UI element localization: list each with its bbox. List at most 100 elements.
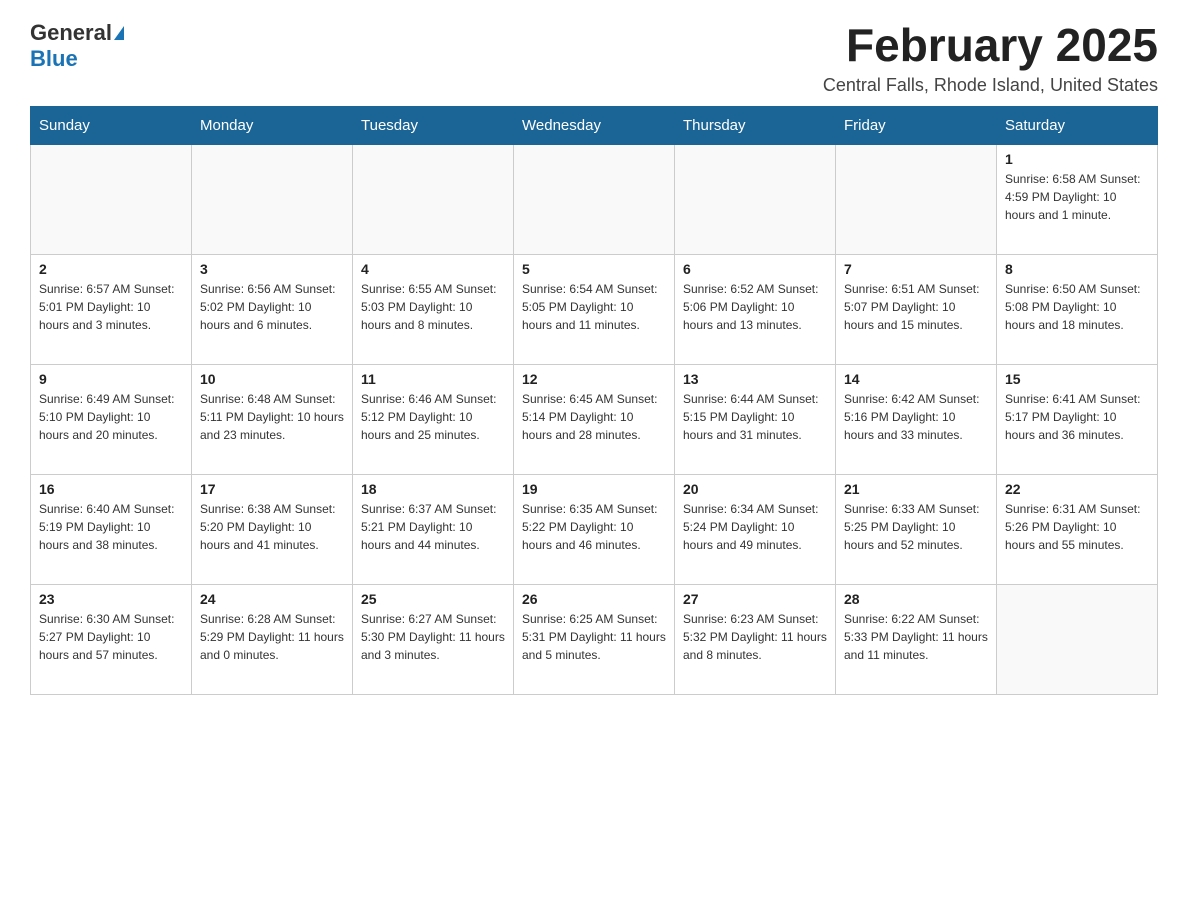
- day-number: 17: [200, 481, 344, 497]
- day-number: 7: [844, 261, 988, 277]
- calendar-cell: 24 Sunrise: 6:28 AM Sunset: 5:29 PM Dayli…: [192, 584, 353, 694]
- calendar-cell: 3 Sunrise: 6:56 AM Sunset: 5:02 PM Daylig…: [192, 254, 353, 364]
- logo: General Blue: [30, 20, 124, 72]
- calendar-cell: 10 Sunrise: 6:48 AM Sunset: 5:11 PM Dayli…: [192, 364, 353, 474]
- calendar-cell: [192, 144, 353, 254]
- day-info: Sunrise: 6:38 AM Sunset: 5:20 PM Dayligh…: [200, 500, 344, 554]
- calendar-cell: 9 Sunrise: 6:49 AM Sunset: 5:10 PM Daylig…: [31, 364, 192, 474]
- day-info: Sunrise: 6:34 AM Sunset: 5:24 PM Dayligh…: [683, 500, 827, 554]
- day-number: 20: [683, 481, 827, 497]
- page-title: February 2025: [823, 20, 1158, 71]
- calendar-cell: 27 Sunrise: 6:23 AM Sunset: 5:32 PM Dayli…: [675, 584, 836, 694]
- calendar-header-row: SundayMondayTuesdayWednesdayThursdayFrid…: [31, 106, 1158, 144]
- day-info: Sunrise: 6:33 AM Sunset: 5:25 PM Dayligh…: [844, 500, 988, 554]
- day-number: 12: [522, 371, 666, 387]
- calendar-cell: 19Sunrise: 6:35 AM Sunset: 5:22 PM Dayli…: [514, 474, 675, 584]
- calendar-cell: 21 Sunrise: 6:33 AM Sunset: 5:25 PM Dayli…: [836, 474, 997, 584]
- calendar-cell: 17 Sunrise: 6:38 AM Sunset: 5:20 PM Dayli…: [192, 474, 353, 584]
- day-info: Sunrise: 6:30 AM Sunset: 5:27 PM Dayligh…: [39, 610, 183, 664]
- calendar-cell: 4 Sunrise: 6:55 AM Sunset: 5:03 PM Daylig…: [353, 254, 514, 364]
- day-number: 4: [361, 261, 505, 277]
- day-info: Sunrise: 6:56 AM Sunset: 5:02 PM Dayligh…: [200, 280, 344, 334]
- day-number: 28: [844, 591, 988, 607]
- day-info: Sunrise: 6:45 AM Sunset: 5:14 PM Dayligh…: [522, 390, 666, 444]
- calendar-cell: 18 Sunrise: 6:37 AM Sunset: 5:21 PM Dayli…: [353, 474, 514, 584]
- day-number: 24: [200, 591, 344, 607]
- day-info: Sunrise: 6:55 AM Sunset: 5:03 PM Dayligh…: [361, 280, 505, 334]
- day-info: Sunrise: 6:42 AM Sunset: 5:16 PM Dayligh…: [844, 390, 988, 444]
- day-info: Sunrise: 6:58 AM Sunset: 4:59 PM Dayligh…: [1005, 170, 1149, 224]
- day-number: 22: [1005, 481, 1149, 497]
- calendar-cell: 25Sunrise: 6:27 AM Sunset: 5:30 PM Dayli…: [353, 584, 514, 694]
- calendar-cell: 28 Sunrise: 6:22 AM Sunset: 5:33 PM Dayli…: [836, 584, 997, 694]
- day-info: Sunrise: 6:54 AM Sunset: 5:05 PM Dayligh…: [522, 280, 666, 334]
- calendar-cell: 5 Sunrise: 6:54 AM Sunset: 5:05 PM Daylig…: [514, 254, 675, 364]
- calendar-week-row: 16 Sunrise: 6:40 AM Sunset: 5:19 PM Dayli…: [31, 474, 1158, 584]
- calendar-cell: 23 Sunrise: 6:30 AM Sunset: 5:27 PM Dayli…: [31, 584, 192, 694]
- calendar-week-row: 23 Sunrise: 6:30 AM Sunset: 5:27 PM Dayli…: [31, 584, 1158, 694]
- day-info: Sunrise: 6:22 AM Sunset: 5:33 PM Dayligh…: [844, 610, 988, 664]
- calendar-cell: 11 Sunrise: 6:46 AM Sunset: 5:12 PM Dayli…: [353, 364, 514, 474]
- calendar-cell: 2 Sunrise: 6:57 AM Sunset: 5:01 PM Daylig…: [31, 254, 192, 364]
- calendar-cell: 16 Sunrise: 6:40 AM Sunset: 5:19 PM Dayli…: [31, 474, 192, 584]
- day-number: 6: [683, 261, 827, 277]
- calendar-cell: 7 Sunrise: 6:51 AM Sunset: 5:07 PM Daylig…: [836, 254, 997, 364]
- calendar-day-header: Monday: [192, 106, 353, 144]
- day-info: Sunrise: 6:37 AM Sunset: 5:21 PM Dayligh…: [361, 500, 505, 554]
- day-info: Sunrise: 6:50 AM Sunset: 5:08 PM Dayligh…: [1005, 280, 1149, 334]
- title-block: February 2025 Central Falls, Rhode Islan…: [823, 20, 1158, 96]
- day-number: 18: [361, 481, 505, 497]
- day-info: Sunrise: 6:51 AM Sunset: 5:07 PM Dayligh…: [844, 280, 988, 334]
- calendar-cell: [997, 584, 1158, 694]
- calendar-cell: 8 Sunrise: 6:50 AM Sunset: 5:08 PM Daylig…: [997, 254, 1158, 364]
- day-info: Sunrise: 6:41 AM Sunset: 5:17 PM Dayligh…: [1005, 390, 1149, 444]
- day-info: Sunrise: 6:25 AM Sunset: 5:31 PM Dayligh…: [522, 610, 666, 664]
- day-number: 2: [39, 261, 183, 277]
- calendar-cell: 12 Sunrise: 6:45 AM Sunset: 5:14 PM Dayli…: [514, 364, 675, 474]
- day-number: 8: [1005, 261, 1149, 277]
- day-number: 15: [1005, 371, 1149, 387]
- logo-general-text: General: [30, 20, 112, 46]
- calendar-cell: 15 Sunrise: 6:41 AM Sunset: 5:17 PM Dayli…: [997, 364, 1158, 474]
- logo-blue-text: Blue: [30, 46, 78, 71]
- calendar-cell: [514, 144, 675, 254]
- day-number: 9: [39, 371, 183, 387]
- day-info: Sunrise: 6:49 AM Sunset: 5:10 PM Dayligh…: [39, 390, 183, 444]
- day-number: 25: [361, 591, 505, 607]
- day-info: Sunrise: 6:46 AM Sunset: 5:12 PM Dayligh…: [361, 390, 505, 444]
- calendar-table: SundayMondayTuesdayWednesdayThursdayFrid…: [30, 106, 1158, 695]
- day-number: 19: [522, 481, 666, 497]
- day-info: Sunrise: 6:40 AM Sunset: 5:19 PM Dayligh…: [39, 500, 183, 554]
- calendar-cell: [31, 144, 192, 254]
- day-number: 23: [39, 591, 183, 607]
- calendar-cell: 26 Sunrise: 6:25 AM Sunset: 5:31 PM Dayli…: [514, 584, 675, 694]
- calendar-week-row: 1Sunrise: 6:58 AM Sunset: 4:59 PM Daylig…: [31, 144, 1158, 254]
- calendar-cell: 13Sunrise: 6:44 AM Sunset: 5:15 PM Dayli…: [675, 364, 836, 474]
- calendar-cell: 14 Sunrise: 6:42 AM Sunset: 5:16 PM Dayli…: [836, 364, 997, 474]
- day-number: 10: [200, 371, 344, 387]
- calendar-week-row: 2 Sunrise: 6:57 AM Sunset: 5:01 PM Daylig…: [31, 254, 1158, 364]
- calendar-cell: 20 Sunrise: 6:34 AM Sunset: 5:24 PM Dayli…: [675, 474, 836, 584]
- page-header: General Blue February 2025 Central Falls…: [30, 20, 1158, 96]
- day-info: Sunrise: 6:48 AM Sunset: 5:11 PM Dayligh…: [200, 390, 344, 444]
- day-number: 21: [844, 481, 988, 497]
- day-number: 14: [844, 371, 988, 387]
- day-info: Sunrise: 6:23 AM Sunset: 5:32 PM Dayligh…: [683, 610, 827, 664]
- calendar-cell: 22 Sunrise: 6:31 AM Sunset: 5:26 PM Dayli…: [997, 474, 1158, 584]
- day-number: 27: [683, 591, 827, 607]
- day-number: 16: [39, 481, 183, 497]
- day-number: 5: [522, 261, 666, 277]
- day-info: Sunrise: 6:57 AM Sunset: 5:01 PM Dayligh…: [39, 280, 183, 334]
- calendar-day-header: Friday: [836, 106, 997, 144]
- calendar-cell: [836, 144, 997, 254]
- day-info: Sunrise: 6:31 AM Sunset: 5:26 PM Dayligh…: [1005, 500, 1149, 554]
- day-number: 3: [200, 261, 344, 277]
- day-info: Sunrise: 6:28 AM Sunset: 5:29 PM Dayligh…: [200, 610, 344, 664]
- day-number: 26: [522, 591, 666, 607]
- calendar-cell: 1Sunrise: 6:58 AM Sunset: 4:59 PM Daylig…: [997, 144, 1158, 254]
- calendar-day-header: Wednesday: [514, 106, 675, 144]
- calendar-day-header: Saturday: [997, 106, 1158, 144]
- calendar-day-header: Thursday: [675, 106, 836, 144]
- day-info: Sunrise: 6:44 AM Sunset: 5:15 PM Dayligh…: [683, 390, 827, 444]
- day-number: 11: [361, 371, 505, 387]
